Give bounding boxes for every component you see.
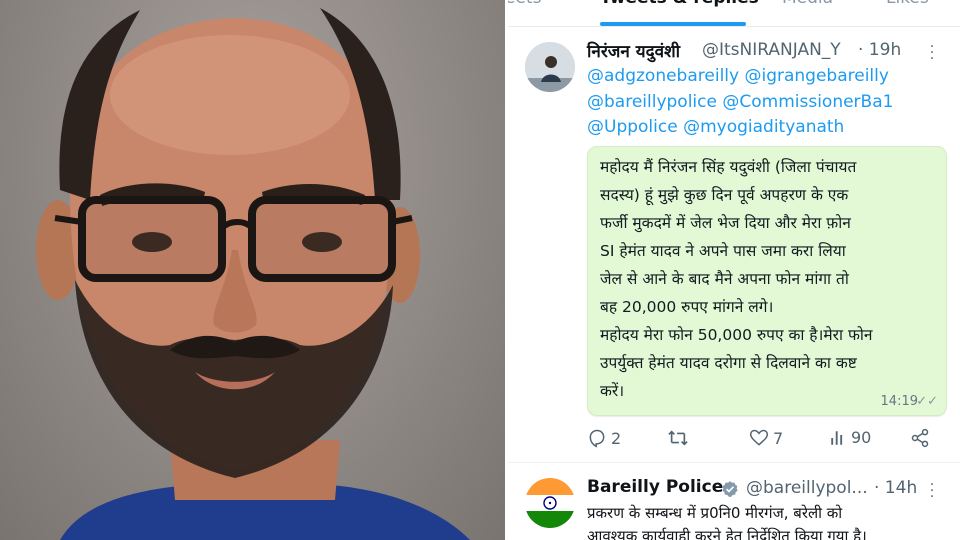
read-receipt-icon: ✓✓ <box>916 394 938 409</box>
message-line: महोदय मैं निरंजन सिंह यदुवंशी (जिला पंचा… <box>600 158 857 176</box>
heart-icon <box>749 429 769 446</box>
reply-author-handle[interactable]: @bareillypol... <box>746 478 868 498</box>
tab-replies[interactable]: eets <box>508 0 541 8</box>
bareilly-police-avatar[interactable] <box>525 478 575 528</box>
tab-likes[interactable]: Likes <box>886 0 929 8</box>
tweet-separator <box>508 462 960 463</box>
tab-tweets-replies[interactable]: Tweets & replies <box>600 0 759 8</box>
author-name[interactable]: निरंजन यदुवंशी <box>587 39 680 62</box>
profile-tabs: eets Tweets & replies Media Likes <box>508 0 960 27</box>
reply-button[interactable]: 2 <box>587 428 621 448</box>
message-line: SI हेमंत यादव ने अपने पास जमा करा लिया <box>600 242 846 260</box>
reply-text-line: आवश्यक कार्यवाही करने हेतु निर्देशित किय… <box>587 527 867 540</box>
reply-count: 2 <box>611 428 622 448</box>
message-line: फर्जी मुकदमें में जेल भेज दिया और मेरा फ… <box>600 214 851 232</box>
message-time: 14:19 <box>880 394 918 409</box>
share-button[interactable] <box>910 428 930 448</box>
whatsapp-message-bubble: महोदय मैं निरंजन सिंह यदुवंशी (जिला पंचा… <box>587 146 947 416</box>
active-tab-indicator <box>600 22 746 26</box>
mention-line[interactable]: @bareillypolice @CommissionerBa1 <box>587 92 893 112</box>
like-button[interactable]: 7 <box>749 428 783 448</box>
avatar[interactable] <box>525 42 575 92</box>
mention-line[interactable]: @Uppolice @myogiadityanath <box>587 117 844 137</box>
avatar-image <box>525 42 575 92</box>
views-button[interactable]: 90 <box>829 428 871 447</box>
reply-time[interactable]: · 14h <box>874 478 917 498</box>
message-line: सदस्य) हूं मुझे कुछ दिन पूर्व अपहरण के ए… <box>600 186 849 204</box>
retweet-button[interactable] <box>667 428 693 448</box>
portrait-illustration <box>36 8 470 540</box>
message-line: करें। <box>600 382 625 400</box>
reply-icon <box>589 429 605 448</box>
more-options-icon[interactable]: · · · <box>929 478 935 504</box>
portrait-photo <box>0 0 505 540</box>
message-line: बह 20,000 रुपए मांगने लगे। <box>600 298 774 316</box>
message-line: उपर्युक्त हेमंत यादव दरोगा से दिलवाने का… <box>600 354 857 372</box>
message-line: जेल से आने के बाद मैने अपना फोन मांगा तो <box>600 270 849 288</box>
mention-line[interactable]: @adgzonebareilly @igrangebareilly <box>587 66 889 86</box>
india-flag-icon <box>525 478 575 528</box>
share-icon <box>911 428 929 448</box>
tab-media[interactable]: Media <box>782 0 833 8</box>
tweet-panel: eets Tweets & replies Media Likes निरंजन… <box>508 0 960 540</box>
verified-badge-icon[interactable] <box>721 480 739 498</box>
message-line: महोदय मेरा फोन 50,000 रुपए का है।मेरा फो… <box>600 326 873 344</box>
reply-author-name[interactable]: Bareilly Police <box>587 477 723 497</box>
author-handle[interactable]: @ItsNIRANJAN_Y <box>702 40 841 60</box>
more-options-icon[interactable]: · · · <box>929 40 935 66</box>
tweet-time[interactable]: · 19h <box>858 40 901 60</box>
view-count: 90 <box>851 428 872 447</box>
retweet-icon <box>668 430 688 446</box>
views-icon <box>831 430 843 445</box>
like-count: 7 <box>773 428 784 448</box>
reply-text-line: प्रकरण के सम्बन्ध में प्र0नि0 मीरगंज, बर… <box>587 504 843 522</box>
